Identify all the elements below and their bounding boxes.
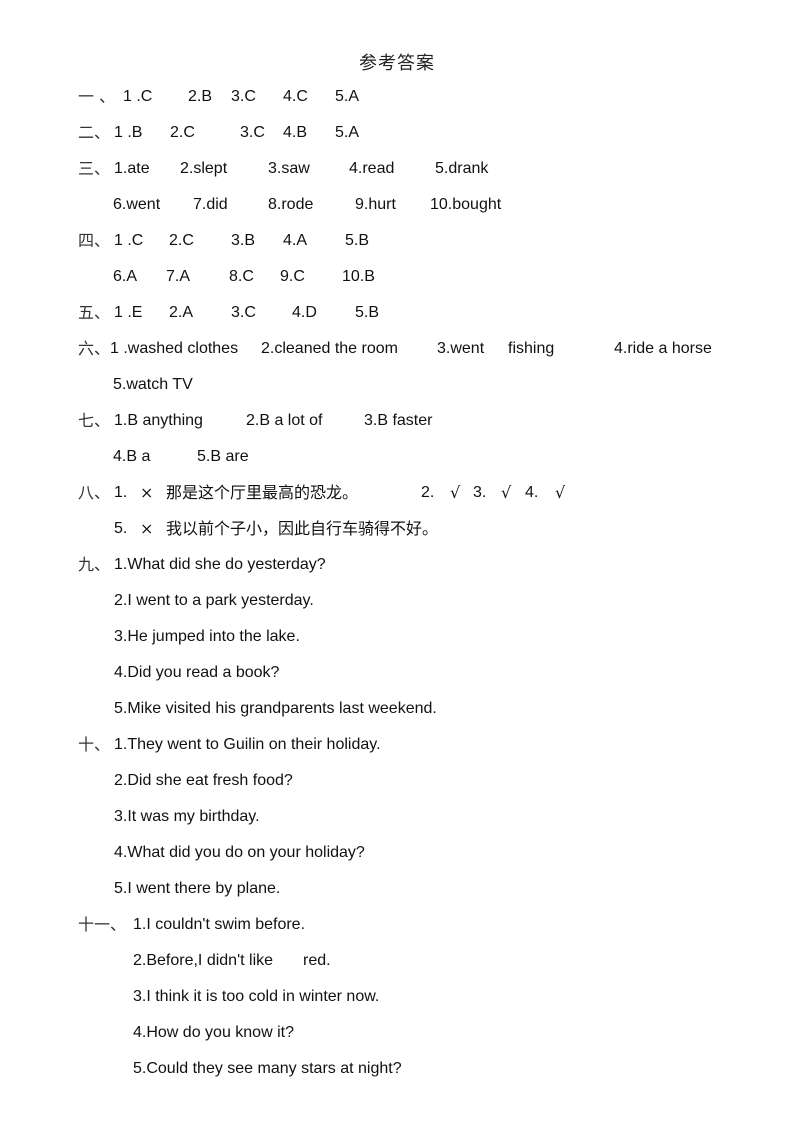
answer-item: 8.rode: [268, 196, 314, 213]
answer-item: 2.cleaned the room: [261, 340, 398, 357]
translation-text: 那是这个厅里最高的恐龙。: [166, 483, 359, 502]
answer-item: 4.: [525, 484, 539, 501]
section-number: 十一、: [78, 915, 127, 934]
answer-item: 4.ride a horse: [614, 340, 712, 357]
answer-item: 7.A: [166, 268, 191, 285]
section-number: 八、: [78, 483, 111, 502]
answer-item: 5.B: [345, 232, 370, 249]
check-mark-icon: √: [501, 483, 512, 502]
answer-item: 5.A: [335, 88, 360, 105]
answer-item: 5.B are: [197, 448, 249, 465]
cross-mark-icon: ×: [140, 483, 154, 502]
answer-item: 2.C: [169, 232, 194, 249]
answer-item: 1 .E: [114, 304, 143, 321]
answer-item: 2.Before,I didn't like: [133, 952, 274, 969]
answer-item: 2.I went to a park yesterday.: [114, 592, 314, 609]
check-mark-icon: √: [555, 483, 566, 502]
answer-item: 8.C: [229, 268, 254, 285]
answer-item: 2.Did she eat fresh food?: [114, 772, 293, 789]
answer-item: 2.B a lot of: [246, 412, 323, 429]
answer-item: 4.What did you do on your holiday?: [114, 844, 365, 861]
answer-item: 1 .C: [114, 232, 144, 249]
answer-item: 5.: [114, 520, 128, 537]
answer-item: 2.: [421, 484, 435, 501]
section-number: 七、: [78, 411, 111, 430]
section-number: 十、: [78, 735, 111, 754]
answer-item: 1.: [114, 484, 128, 501]
answer-item: 1 .B: [114, 124, 143, 141]
answer-item: 2.A: [169, 304, 194, 321]
page-title: 参考答案: [359, 53, 435, 74]
section-number: 三、: [78, 159, 111, 178]
answer-item: 5.B: [355, 304, 380, 321]
answer-item: 4.D: [292, 304, 317, 321]
answer-item: 4.Did you read a book?: [114, 664, 280, 681]
answer-item: 3.I think it is too cold in winter now.: [133, 988, 380, 1005]
answer-item: 5.Mike visited his grandparents last wee…: [114, 700, 437, 717]
answer-item: 2.B: [188, 88, 213, 105]
answer-item: fishing: [508, 340, 555, 357]
answer-item: 3.C: [231, 304, 256, 321]
answer-item: 9.C: [280, 268, 305, 285]
answer-item: 9.hurt: [355, 196, 396, 213]
answer-item: 3.saw: [268, 160, 310, 177]
answer-item: 4.B: [283, 124, 308, 141]
section-number: 一 、: [78, 87, 116, 106]
answer-item: 1.What did she do yesterday?: [114, 556, 326, 573]
answer-item: 4.How do you know it?: [133, 1024, 294, 1041]
section-number: 九、: [78, 555, 111, 574]
answer-item: 10.bought: [430, 196, 502, 213]
answer-item: 5.I went there by plane.: [114, 880, 281, 897]
answer-item: 1 .washed clothes: [110, 340, 239, 357]
answer-item: 2.C: [170, 124, 195, 141]
answer-item: 2.slept: [180, 160, 228, 177]
answer-item: 6.A: [113, 268, 138, 285]
answer-item: 6.went: [113, 196, 161, 213]
answer-item: 3.It was my birthday.: [114, 808, 260, 825]
answer-item: 4.B a: [113, 448, 151, 465]
answer-item: 1.ate: [114, 160, 150, 177]
answer-item: 5.Could they see many stars at night?: [133, 1060, 402, 1077]
answer-item: 5.watch TV: [113, 376, 193, 393]
answer-item: 1.They went to Guilin on their holiday.: [114, 736, 381, 753]
answer-item: 3.He jumped into the lake.: [114, 628, 300, 645]
section-number: 五、: [78, 303, 111, 322]
answer-key-page: 参考答案 一 、 1 .C 2.B 3.C 4.C 5.A 二、 1 .B 2.…: [0, 0, 794, 1123]
answer-item: 3.B: [231, 232, 256, 249]
answer-item: 1 .C: [123, 88, 153, 105]
answer-item: 3.B faster: [364, 412, 433, 429]
check-mark-icon: √: [450, 483, 461, 502]
answer-item: red.: [303, 952, 331, 969]
answer-item: 4.A: [283, 232, 308, 249]
answer-item: 7.did: [193, 196, 228, 213]
answer-item: 5.A: [335, 124, 360, 141]
answer-item: 5.drank: [435, 160, 489, 177]
answer-item: 1.B anything: [114, 412, 203, 429]
answer-item: 10.B: [342, 268, 375, 285]
section-number: 六、: [78, 339, 111, 358]
answer-item: 3.: [473, 484, 487, 501]
section-number: 四、: [78, 231, 111, 250]
section-number: 二、: [78, 123, 111, 142]
answer-item: 4.C: [283, 88, 308, 105]
answer-item: 4.read: [349, 160, 395, 177]
translation-text: 我以前个子小，因此自行车骑得不好。: [166, 519, 439, 538]
answer-item: 1.I couldn't swim before.: [133, 916, 306, 933]
answer-item: 3.went: [437, 340, 485, 357]
cross-mark-icon: ×: [140, 519, 154, 538]
answer-item: 3.C: [240, 124, 265, 141]
answer-item: 3.C: [231, 88, 256, 105]
